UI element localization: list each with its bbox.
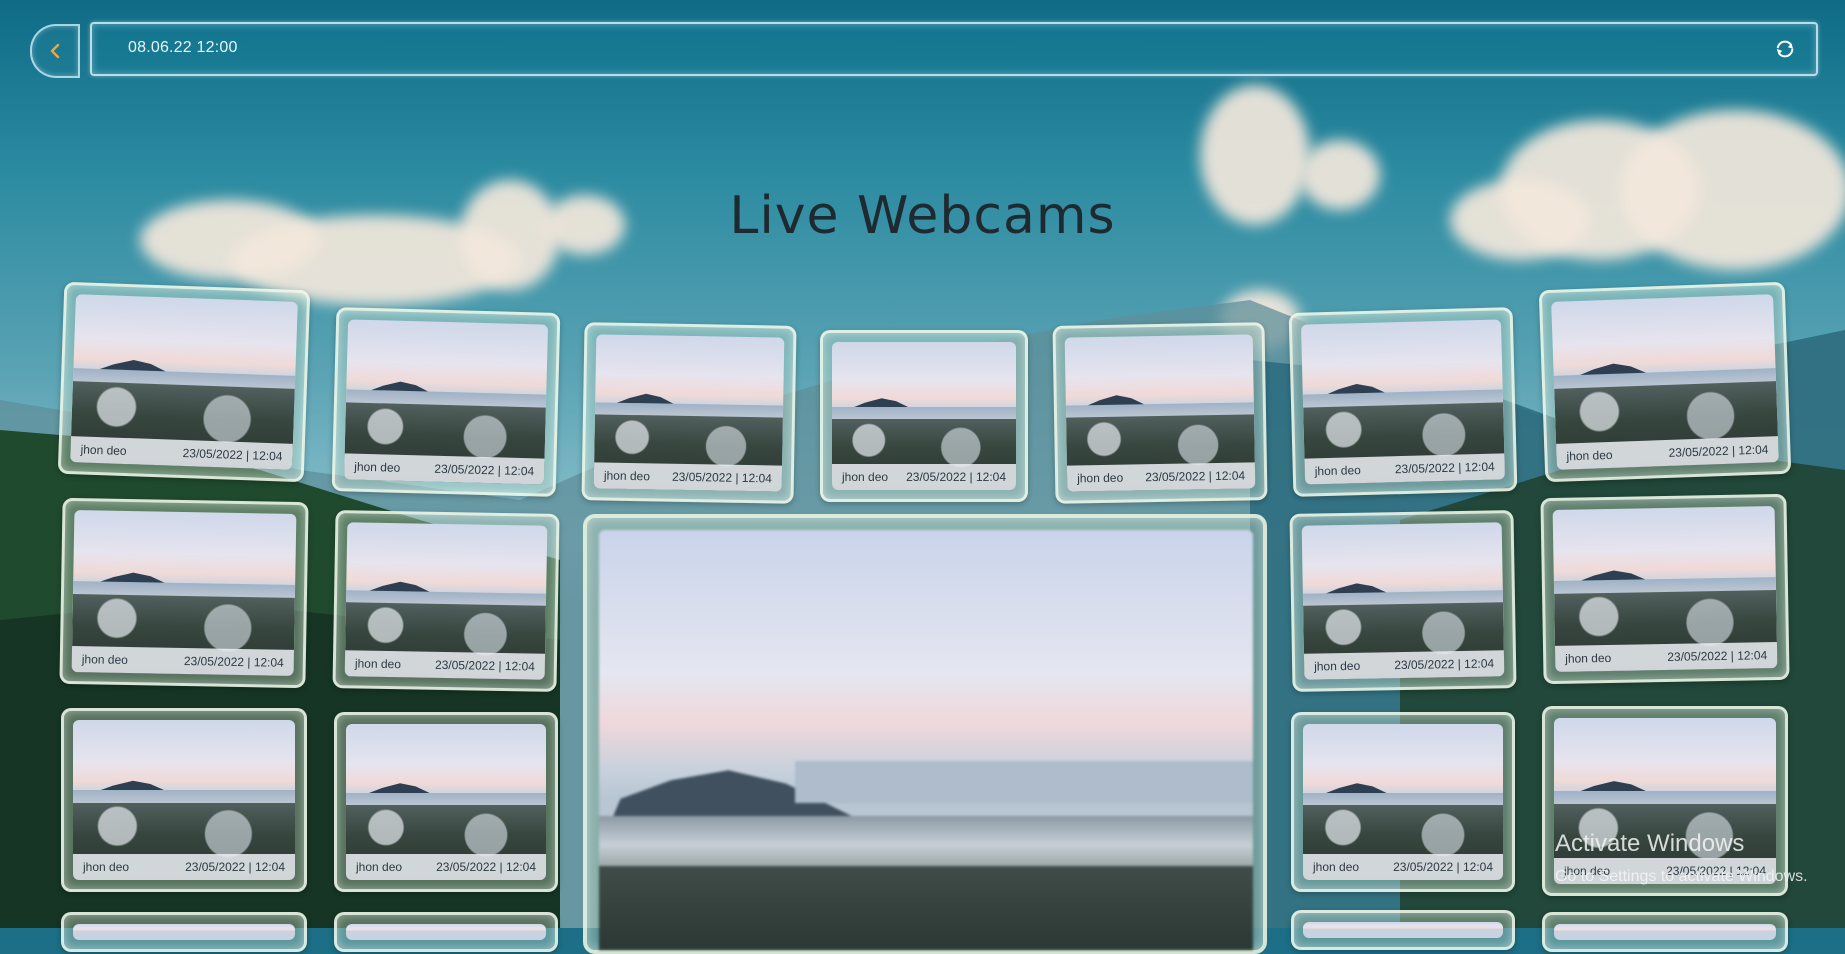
back-button[interactable] (30, 24, 80, 78)
webcam-card[interactable]: jhon deo 23/05/2022 | 12:04 (332, 510, 560, 692)
webcam-card[interactable]: jhon deo 23/05/2022 | 12:04 (1288, 307, 1518, 497)
cam-name: jhon deo (1565, 650, 1612, 666)
webcam-card[interactable]: jhon deo 23/05/2022 | 12:04 (334, 712, 558, 892)
webcam-card[interactable] (334, 912, 558, 952)
windows-activation-watermark: Activate Windows Go to Settings to activ… (1555, 830, 1808, 886)
webcam-card[interactable]: jhon deo 23/05/2022 | 12:04 (820, 330, 1028, 502)
cam-time: 23/05/2022 | 12:04 (434, 461, 535, 479)
webcam-thumbnail: jhon deo 23/05/2022 | 12:04 (1300, 319, 1506, 485)
webcam-thumbnail: jhon deo 23/05/2022 | 12:04 (73, 720, 295, 880)
cam-name: jhon deo (1566, 447, 1613, 464)
chevron-left-icon (50, 43, 60, 59)
webcam-card[interactable] (1291, 910, 1515, 950)
webcam-card[interactable] (61, 912, 307, 952)
cam-time: 23/05/2022 | 12:04 (1668, 442, 1769, 460)
datetime-value: 08.06.22 12:00 (128, 39, 238, 56)
cam-name: jhon deo (356, 860, 403, 874)
featured-webcam-view (599, 530, 1253, 950)
webcam-card[interactable]: jhon deo 23/05/2022 | 12:04 (1289, 510, 1517, 692)
webcam-card[interactable]: jhon deo 23/05/2022 | 12:04 (1538, 281, 1792, 483)
featured-webcam[interactable] (583, 514, 1267, 954)
webcam-thumbnail: jhon deo 23/05/2022 | 12:04 (343, 319, 549, 485)
datetime-bar[interactable]: 08.06.22 12:00 (90, 22, 1818, 76)
webcam-card[interactable]: jhon deo 23/05/2022 | 12:04 (1052, 322, 1268, 504)
cam-time: 23/05/2022 | 12:04 (436, 860, 536, 874)
webcam-thumbnail: jhon deo 23/05/2022 | 12:04 (1303, 724, 1503, 880)
webcam-card[interactable]: jhon deo 23/05/2022 | 12:04 (1291, 712, 1515, 892)
webcam-thumbnail (1554, 924, 1776, 940)
cam-time: 23/05/2022 | 12:04 (182, 446, 283, 464)
webcam-thumbnail: jhon deo 23/05/2022 | 12:04 (1551, 294, 1779, 470)
cam-name: jhon deo (354, 656, 402, 672)
cam-time: 23/05/2022 | 12:04 (434, 657, 535, 674)
webcam-card[interactable]: jhon deo 23/05/2022 | 12:04 (331, 307, 561, 497)
webcam-card[interactable]: jhon deo 23/05/2022 | 12:04 (61, 708, 307, 892)
webcam-thumbnail: jhon deo 23/05/2022 | 12:04 (1552, 506, 1778, 672)
webcam-thumbnail: jhon deo 23/05/2022 | 12:04 (70, 294, 298, 470)
webcam-thumbnail: jhon deo 23/05/2022 | 12:04 (1301, 522, 1505, 680)
webcam-thumbnail: jhon deo 23/05/2022 | 12:04 (346, 724, 546, 880)
cam-name: jhon deo (1313, 860, 1360, 874)
cam-name: jhon deo (354, 459, 401, 475)
webcam-card[interactable]: jhon deo 23/05/2022 | 12:04 (57, 281, 311, 483)
webcam-thumbnail (1303, 922, 1503, 938)
cam-name: jhon deo (1314, 463, 1361, 479)
cam-time: 23/05/2022 | 12:04 (185, 860, 285, 874)
webcam-thumbnail: jhon deo 23/05/2022 | 12:04 (832, 342, 1016, 490)
refresh-icon[interactable] (1774, 38, 1796, 60)
watermark-subtitle: Go to Settings to activate Windows. (1555, 868, 1808, 885)
cam-name: jhon deo (1077, 470, 1124, 486)
webcam-thumbnail: jhon deo 23/05/2022 | 12:04 (344, 522, 548, 680)
cam-time: 23/05/2022 | 12:04 (1393, 860, 1493, 874)
cam-time: 23/05/2022 | 12:04 (1145, 468, 1246, 485)
webcam-card[interactable]: jhon deo 23/05/2022 | 12:04 (581, 322, 797, 504)
cam-name: jhon deo (842, 470, 889, 484)
webcam-card[interactable]: jhon deo 23/05/2022 | 12:04 (1540, 493, 1790, 685)
cam-name: jhon deo (83, 860, 130, 874)
cam-name: jhon deo (81, 652, 128, 668)
cam-name: jhon deo (603, 468, 651, 484)
cam-time: 23/05/2022 | 12:04 (671, 469, 772, 486)
cam-time: 23/05/2022 | 12:04 (183, 654, 284, 670)
cam-time: 23/05/2022 | 12:04 (906, 470, 1006, 484)
webcam-card[interactable]: jhon deo 23/05/2022 | 12:04 (59, 497, 309, 689)
watermark-title: Activate Windows (1555, 830, 1745, 857)
cam-time: 23/05/2022 | 12:04 (1394, 459, 1495, 477)
cam-name: jhon deo (1314, 658, 1361, 674)
webcam-thumbnail: jhon deo 23/05/2022 | 12:04 (593, 334, 785, 492)
cam-time: 23/05/2022 | 12:04 (1667, 648, 1768, 664)
webcam-card[interactable] (1542, 912, 1788, 952)
webcam-thumbnail (73, 924, 295, 940)
webcam-thumbnail (346, 924, 546, 940)
webcam-thumbnail: jhon deo 23/05/2022 | 12:04 (71, 510, 297, 676)
cam-name: jhon deo (80, 442, 127, 459)
webcam-thumbnail: jhon deo 23/05/2022 | 12:04 (1064, 334, 1256, 492)
cam-time: 23/05/2022 | 12:04 (1394, 656, 1495, 673)
